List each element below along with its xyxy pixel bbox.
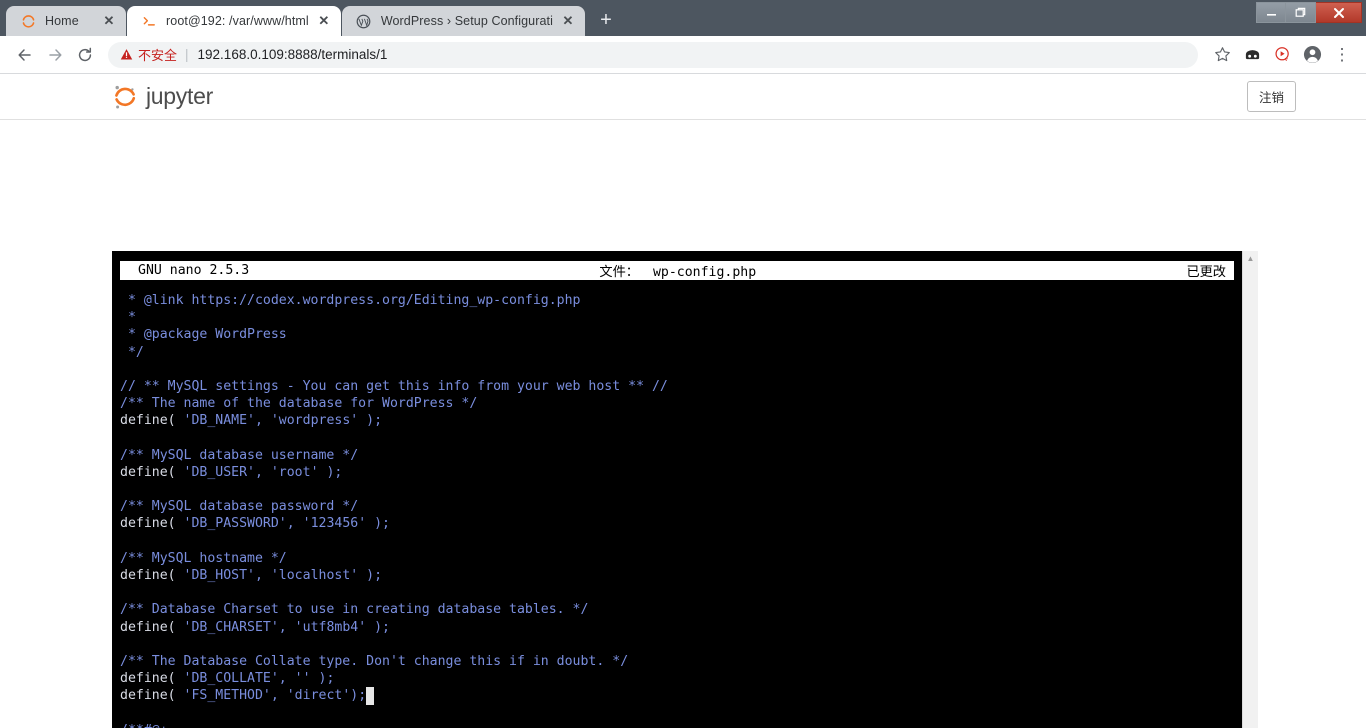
nano-token: 'DB_CHARSET', 'utf8mb4' ); [183, 619, 390, 635]
nano-line: */ [120, 344, 144, 360]
omnibox-separator: | [185, 47, 189, 62]
minimize-button[interactable] [1256, 2, 1286, 23]
url-host: 192.168.0.109 [197, 47, 284, 62]
browser-window: Home ✕ root@192: /var/www/html ✕ WordPre… [0, 0, 1366, 728]
extension-icon[interactable] [1238, 41, 1266, 69]
nano-line [120, 481, 1242, 498]
nano-line: // ** MySQL settings - You can get this … [120, 378, 668, 394]
terminal-scrollbar[interactable]: ▲ ▼ [1242, 251, 1258, 728]
nano-titlebar: GNU nano 2.5.3 文件： wp-config.php 已更改 [120, 261, 1234, 280]
close-icon[interactable]: ✕ [100, 12, 118, 30]
browser-tab-home[interactable]: Home ✕ [6, 6, 126, 36]
nano-line: /** MySQL database username */ [120, 447, 359, 463]
nano-version: GNU nano 2.5.3 [138, 263, 250, 278]
browser-tab-terminal[interactable]: root@192: /var/www/html ✕ [127, 6, 341, 36]
nano-text-area[interactable]: * @link https://codex.wordpress.org/Edit… [112, 280, 1242, 728]
nano-line: /**#@+ [120, 722, 1242, 728]
nano-line [120, 533, 1242, 550]
forward-button[interactable] [40, 40, 70, 70]
nano-token: define( [120, 619, 184, 635]
nano-line: define( 'DB_HOST', 'localhost' ); [120, 567, 1242, 584]
browser-tab-title: root@192: /var/www/html [166, 14, 309, 28]
nano-token: define( [120, 516, 184, 532]
nano-filename: wp-config.php [652, 265, 757, 280]
nano-line: define( 'DB_NAME', 'wordpress' ); [120, 412, 1242, 429]
browser-tab-wordpress[interactable]: WordPress › Setup Configurati ✕ [341, 6, 585, 36]
jupyter-orbit-icon [112, 83, 138, 111]
nano-line: define( 'DB_COLLATE', '' ); [120, 670, 1242, 687]
nano-token: 'DB_PASSWORD', '123456' ); [183, 516, 390, 532]
nano-line: define( 'DB_USER', 'root' ); [120, 464, 1242, 481]
wordpress-icon [356, 13, 372, 29]
nano-line [120, 636, 1242, 653]
terminal-screen[interactable]: GNU nano 2.5.3 文件： wp-config.php 已更改 * @l… [112, 251, 1242, 728]
close-icon[interactable]: ✕ [315, 12, 333, 30]
nano-line: /** The name of the database for WordPre… [120, 396, 478, 412]
nano-line: /** MySQL database password */ [120, 499, 359, 515]
reload-button[interactable] [70, 40, 100, 70]
nano-token: 'DB_HOST', 'localhost' ); [183, 568, 383, 583]
nano-line: /** MySQL hostname */ [120, 550, 287, 566]
page-body: GNU nano 2.5.3 文件： wp-config.php 已更改 * @l… [0, 120, 1366, 728]
address-bar[interactable]: 不安全 | 192.168.0.109 :8888/terminals/1 [108, 41, 1198, 68]
warning-triangle-icon [120, 48, 133, 61]
terminal-prompt-icon [141, 13, 157, 29]
nano-line: define( 'DB_PASSWORD', '123456' ); [120, 515, 1242, 532]
browser-tabstrip: Home ✕ root@192: /var/www/html ✕ WordPre… [0, 0, 1366, 36]
nano-line [120, 430, 1242, 447]
security-label: 不安全 [138, 48, 178, 63]
scroll-up-arrow[interactable]: ▲ [1247, 251, 1255, 266]
jupyter-logo-text: jupyter [146, 83, 213, 109]
nano-token: define( [120, 671, 184, 687]
nano-token: define( [120, 568, 184, 583]
nano-modified-flag: 已更改 [1186, 265, 1226, 280]
record-icon[interactable]: v [1268, 41, 1296, 69]
text-cursor [366, 687, 375, 705]
nano-line: define( 'DB_CHARSET', 'utf8mb4' ); [120, 619, 1242, 636]
window-controls [1256, 2, 1362, 24]
nano-token: 'DB_USER', 'root' ); [183, 464, 343, 480]
terminal-container[interactable]: GNU nano 2.5.3 文件： wp-config.php 已更改 * @l… [112, 251, 1258, 728]
bookmark-star-icon[interactable] [1208, 41, 1236, 69]
url-path: :8888/terminals/1 [283, 47, 388, 62]
close-icon[interactable]: ✕ [559, 12, 577, 30]
nano-line [120, 705, 1242, 722]
nano-token: 'FS_METHOD', 'direct'); [183, 688, 367, 704]
nano-file-label: 文件： [599, 265, 639, 280]
profile-avatar-icon[interactable] [1298, 41, 1326, 69]
nano-line: define( 'FS_METHOD', 'direct'); [120, 687, 1242, 705]
browser-tab-title: WordPress › Setup Configurati [380, 14, 553, 28]
restore-button[interactable] [1286, 2, 1316, 23]
nano-line: /** Database Charset to use in creating … [120, 602, 589, 618]
nano-line [120, 584, 1242, 601]
jupyter-header: jupyter 注销 [0, 74, 1366, 120]
back-button[interactable] [10, 40, 40, 70]
jupyter-logo[interactable]: jupyter [112, 83, 213, 111]
nano-token: 'DB_COLLATE', '' ); [183, 671, 335, 687]
nano-line: * @link https://codex.wordpress.org/Edit… [120, 293, 581, 308]
nano-line [120, 361, 1242, 378]
nano-line: * [120, 310, 136, 326]
logout-button[interactable]: 注销 [1246, 81, 1296, 112]
nano-token: define( [120, 464, 184, 480]
nano-token: 'DB_NAME', 'wordpress' ); [183, 413, 383, 429]
nano-line: /** The Database Collate type. Don't cha… [120, 653, 629, 669]
close-window-button[interactable] [1316, 2, 1362, 23]
new-tab-button[interactable]: + [592, 6, 620, 34]
jupyter-icon [20, 13, 36, 29]
svg-text:v: v [1284, 57, 1287, 63]
browser-menu-icon[interactable]: ⋮ [1328, 41, 1356, 69]
browser-tab-title: Home [45, 14, 79, 28]
nano-token: define( [120, 413, 184, 429]
nano-line: * @package WordPress [120, 327, 287, 343]
browser-toolbar: 不安全 | 192.168.0.109 :8888/terminals/1 v [0, 36, 1366, 74]
nano-file-info: 文件： wp-config.php [249, 261, 1186, 280]
nano-token: define( [120, 688, 184, 704]
